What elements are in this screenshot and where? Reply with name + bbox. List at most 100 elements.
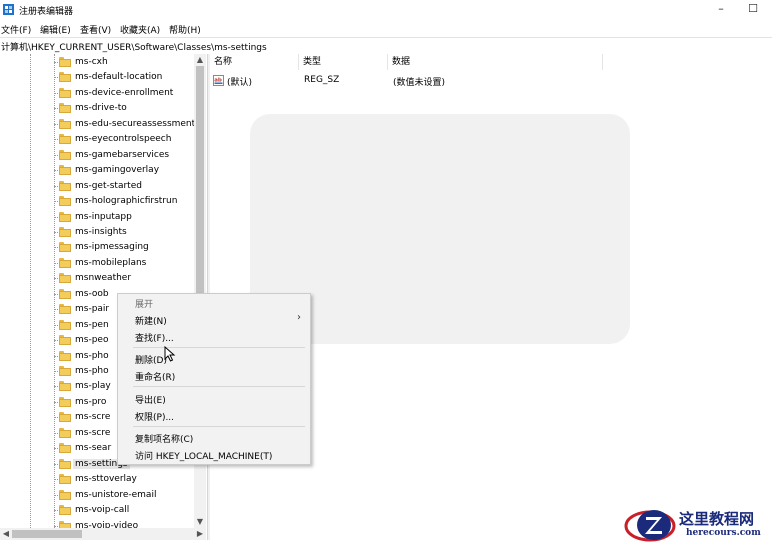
scroll-up-button[interactable]: ▲ [194,54,206,66]
scroll-down-button[interactable]: ▼ [194,516,206,528]
tree-item[interactable]: ms-gamebarservices [54,148,206,163]
context-item-label: 删除(D) [135,356,167,366]
tree-item-label: ms-sttoverlay [75,474,137,485]
tree-connector [54,448,58,450]
context-export[interactable]: 导出(E) [118,390,310,407]
tree-connector [54,92,58,94]
tree-connector [54,62,58,63]
tree-item-label: ms-get-started [75,180,142,191]
tree-item[interactable]: ms-ipmessaging [54,240,206,255]
watermark-title: 这里教程网 [679,510,755,528]
mouse-cursor-icon [164,346,176,362]
folder-icon [59,288,71,299]
context-expand[interactable]: 展开 [118,294,310,311]
column-header-type[interactable]: 类型 [303,54,388,70]
tree-item-label: ms-cxh [75,57,108,67]
tree-connector [54,247,58,249]
tree-item[interactable]: ms-eyecontrolspeech [54,132,206,147]
context-item-label: 重命名(R) [135,373,176,383]
folder-icon [59,242,71,253]
address-bar[interactable]: 计算机\HKEY_CURRENT_USER\Software\Classes\m… [0,37,772,55]
context-find[interactable]: 查找(F)... [118,328,310,345]
tree-connector [54,309,58,311]
window-title: 注册表编辑器 [19,7,74,17]
folder-icon [59,149,71,160]
string-value-icon: ab [213,75,224,86]
context-rename[interactable]: 重命名(R) [118,367,310,384]
tree-connector [54,201,58,203]
tree-item-label: ms-oob [75,288,109,299]
site-watermark-logo: 这里教程网 herecours.com [624,504,770,546]
folder-icon [59,273,71,284]
column-header-data[interactable]: 数据 [392,54,603,70]
tree-item[interactable]: ms-sttoverlay [54,472,206,487]
menu-view[interactable]: 查看(V) [80,23,111,36]
folder-icon [59,489,71,500]
folder-icon [59,505,71,516]
tree-item[interactable]: ms-cxh [54,55,206,70]
context-goto-hklm[interactable]: 访问 HKEY_LOCAL_MACHINE(T) [118,446,310,463]
folder-icon [59,226,71,237]
tree-connector [54,355,58,357]
menu-bar: 文件(F) 编辑(E) 查看(V) 收藏夹(A) 帮助(H) [0,20,772,37]
menu-edit[interactable]: 编辑(E) [40,23,71,36]
tree-connector [54,340,58,342]
folder-icon [59,381,71,392]
vertical-scroll-thumb[interactable] [196,66,204,316]
tree-connector [54,494,58,496]
tree-connector [54,432,58,434]
tree-connector [54,293,58,295]
tree-connector [54,324,58,326]
tree-item-label: ms-device-enrollment [75,87,174,98]
menu-help[interactable]: 帮助(H) [169,23,201,36]
menu-separator [133,426,305,427]
tree-item[interactable]: msnweather [54,271,206,286]
context-item-label: 新建(N) [135,317,167,327]
tree-item-label: ms-pho [75,350,109,361]
tree-item[interactable]: ms-unistore-email [54,488,206,503]
scroll-right-button[interactable]: ▶ [194,528,206,540]
context-permissions[interactable]: 权限(P)... [118,407,310,424]
tree-item[interactable]: ms-mobileplans [54,256,206,271]
tree-item[interactable]: ms-inputapp [54,210,206,225]
tree-item[interactable]: ms-default-location [54,70,206,85]
folder-icon [59,304,71,315]
maximize-button[interactable]: ☐ [742,2,764,18]
context-item-label: 导出(E) [135,396,166,406]
tree-item[interactable]: ms-drive-to [54,101,206,116]
address-path: 计算机\HKEY_CURRENT_USER\Software\Classes\m… [1,43,267,53]
tree-connector [54,510,58,512]
folder-icon [59,474,71,485]
context-new[interactable]: 新建(N) › [118,311,310,328]
tree-item[interactable]: ms-insights [54,225,206,240]
tree-connector [54,386,58,388]
folder-icon [59,458,71,469]
folder-icon [59,412,71,423]
context-copy-key-name[interactable]: 复制项名称(C) [118,429,310,446]
column-header-name[interactable]: 名称 [214,54,299,70]
tree-item-label: ms-insights [75,226,127,237]
minimize-button[interactable]: – [710,2,732,18]
tree-item[interactable]: ms-holographicfirstrun [54,194,206,209]
folder-icon [59,211,71,222]
folder-icon [59,196,71,207]
tree-item[interactable]: ms-device-enrollment [54,86,206,101]
context-delete[interactable]: 删除(D) [118,350,310,367]
value-row[interactable]: ab (默认) REG_SZ (数值未设置) [210,73,630,88]
value-name: (默认) [227,78,253,88]
menu-favorites[interactable]: 收藏夹(A) [120,23,160,36]
tree-item[interactable]: ms-voip-call [54,503,206,518]
tree-item[interactable]: ms-get-started [54,179,206,194]
tree-item[interactable]: ms-edu-secureassessment [54,117,206,132]
context-item-label: 展开 [135,300,154,310]
menu-file[interactable]: 文件(F) [1,23,31,36]
tree-item[interactable]: ms-voip-video [54,519,206,528]
tree-horizontal-scrollbar[interactable]: ◀ ▶ [0,528,206,540]
tree-item[interactable]: ms-gamingoverlay [54,163,206,178]
tree-connector [54,371,58,372]
folder-icon [59,57,71,67]
tree-item-label: ms-inputapp [75,211,132,222]
scroll-left-button[interactable]: ◀ [0,528,12,540]
horizontal-scroll-thumb[interactable] [12,530,82,538]
menu-separator [133,386,305,387]
